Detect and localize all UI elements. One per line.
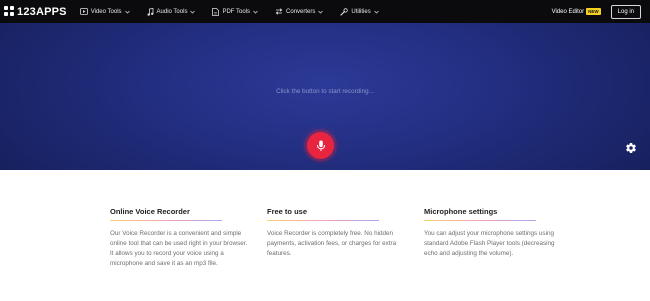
- chevron-down-icon: [190, 10, 196, 14]
- info-free-to-use: Free to use Voice Recorder is completely…: [267, 207, 407, 259]
- nav-converters[interactable]: Converters: [275, 8, 324, 15]
- info-online-voice-recorder: Online Voice Recorder Our Voice Recorder…: [110, 207, 250, 269]
- wrench-icon: [340, 7, 349, 16]
- title-underline: [110, 220, 222, 221]
- video-editor-link[interactable]: Video Editor NEW: [552, 8, 601, 15]
- title-underline: [424, 220, 536, 221]
- pdf-file-icon: [212, 7, 220, 16]
- video-editor-label: Video Editor: [551, 8, 585, 15]
- chevron-down-icon: [253, 10, 258, 14]
- chevron-down-icon: [373, 10, 379, 14]
- microphone-icon: [316, 140, 325, 151]
- login-button[interactable]: Log in: [610, 4, 641, 19]
- header-right: Video Editor NEW Log in: [552, 0, 641, 23]
- new-badge: NEW: [586, 8, 601, 15]
- nav-utilities[interactable]: Utilities: [340, 7, 379, 16]
- chevron-down-icon: [124, 10, 130, 14]
- logo[interactable]: 123APPS: [4, 0, 67, 23]
- info-title: Online Voice Recorder: [110, 207, 190, 216]
- info-text: You can adjust your microphone settings …: [424, 230, 555, 257]
- nav-audio-tools[interactable]: Audio Tools: [147, 7, 196, 16]
- logo-text: 123APPS: [17, 5, 67, 18]
- nav-label: Video Tools: [90, 8, 122, 15]
- info-title: Microphone settings: [424, 207, 498, 216]
- video-play-icon: [79, 8, 88, 15]
- chevron-down-icon: [318, 10, 324, 14]
- nav-label: PDF Tools: [222, 8, 251, 15]
- gear-icon[interactable]: [625, 142, 637, 154]
- music-note-icon: [147, 7, 153, 16]
- recorder-panel: Click the button to start recording...: [0, 23, 650, 170]
- top-nav-bar: 123APPS Video Tools Audio Tools PDF Tool: [0, 0, 650, 23]
- nav-video-tools[interactable]: Video Tools: [79, 8, 130, 15]
- main-nav: Video Tools Audio Tools PDF Tools Conver…: [79, 0, 396, 23]
- info-text: Voice Recorder is completely free. No hi…: [267, 230, 397, 257]
- record-button[interactable]: [307, 132, 334, 159]
- nav-pdf-tools[interactable]: PDF Tools: [212, 7, 258, 16]
- nav-label: Audio Tools: [156, 8, 188, 15]
- title-underline: [267, 220, 379, 221]
- recording-hint: Click the button to start recording...: [276, 88, 374, 95]
- info-microphone-settings: Microphone settings You can adjust your …: [424, 207, 564, 259]
- info-text: Our Voice Recorder is a convenient and s…: [110, 230, 248, 267]
- logo-grid-icon: [4, 6, 15, 17]
- converter-arrows-icon: [275, 8, 283, 15]
- nav-label: Converters: [286, 8, 316, 15]
- nav-label: Utilities: [351, 8, 371, 15]
- info-title: Free to use: [267, 207, 308, 216]
